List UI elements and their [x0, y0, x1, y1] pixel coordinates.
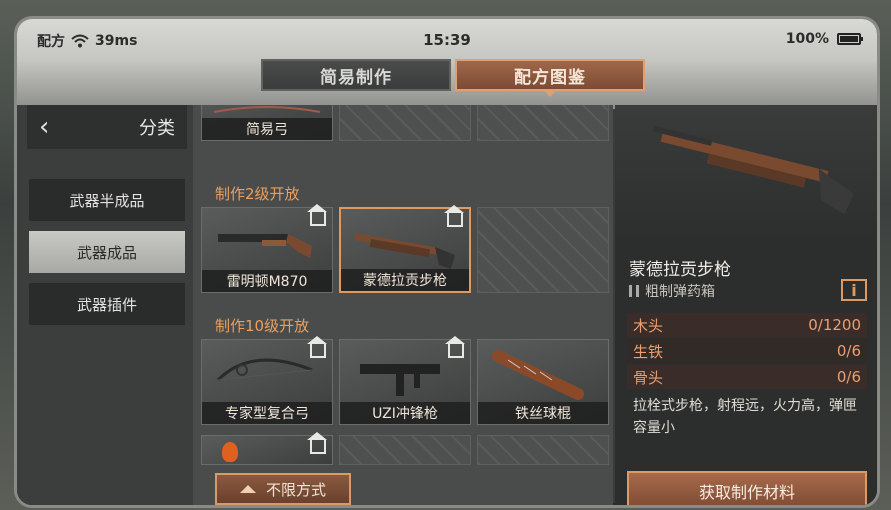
- material-count: 0/6: [836, 368, 861, 386]
- recipe-card-m870[interactable]: 雷明顿M870: [201, 204, 333, 293]
- bow-icon: [213, 106, 321, 113]
- sidebar-item-attachments[interactable]: 武器插件: [29, 283, 185, 325]
- sidebar-title: 分类: [139, 118, 175, 139]
- material-count: 0/1200: [808, 316, 861, 334]
- material-name: 木头: [633, 316, 664, 335]
- recipe-card-label: UZI冲锋枪: [340, 402, 470, 424]
- top-bar: 配方 39ms 15:39 100% 简易制作 配方图鉴: [17, 19, 877, 109]
- recipe-card-label: 蒙德拉贡步枪: [341, 269, 469, 291]
- battery-percent: 100%: [785, 31, 829, 47]
- section-title-level2: 制作2级开放: [215, 185, 300, 203]
- weapon-description: 拉栓式步枪，射程远，火力高，弹匣容量小: [633, 398, 857, 436]
- recipe-card-partial[interactable]: [201, 432, 333, 465]
- material-row: 生铁 0/6: [627, 339, 867, 363]
- device-frame: 配方 39ms 15:39 100% 简易制作 配方图鉴 ‹ 分类 武器半成品 …: [14, 16, 880, 508]
- material-row: 木头 0/1200: [627, 313, 867, 337]
- tab-bar: 简易制作 配方图鉴: [261, 59, 645, 97]
- battery-icon: [837, 33, 863, 45]
- empty-slot: [477, 105, 609, 141]
- ammo-icon: [629, 285, 639, 297]
- recipe-card-compound-bow[interactable]: 专家型复合弓: [201, 336, 333, 425]
- ammo-info: 粗制弹药箱: [629, 281, 715, 301]
- uzi-icon: [360, 364, 440, 396]
- section-title-level10: 制作10级开放: [215, 317, 310, 335]
- sidebar: ‹ 分类 武器半成品 武器成品 武器插件: [17, 105, 193, 505]
- status-right: 100%: [785, 31, 863, 47]
- ammo-label: 粗制弹药箱: [645, 284, 715, 300]
- shotgun-icon: [218, 234, 312, 258]
- empty-slot: [477, 207, 609, 293]
- tab-simple-craft[interactable]: 简易制作: [261, 59, 451, 91]
- recipe-card-label: 专家型复合弓: [202, 402, 332, 424]
- weapon-preview: [615, 105, 877, 247]
- fire-icon: [222, 442, 238, 462]
- get-materials-button[interactable]: 获取制作材料: [627, 471, 867, 505]
- rifle-icon: [353, 233, 455, 269]
- recipe-card-simple-bow[interactable]: 简易弓: [201, 105, 333, 141]
- empty-slot: [339, 105, 471, 141]
- material-count: 0/6: [836, 342, 861, 360]
- filter-button[interactable]: 不限方式: [215, 473, 351, 505]
- material-row: 骨头 0/6: [627, 365, 867, 389]
- filter-label: 不限方式: [265, 480, 326, 499]
- weapon-name: 蒙德拉贡步枪: [629, 260, 731, 280]
- sidebar-header: ‹ 分类: [27, 105, 187, 149]
- compound-bow-icon: [216, 358, 313, 382]
- empty-slot: [477, 435, 609, 465]
- empty-slot: [339, 435, 471, 465]
- material-name: 骨头: [633, 368, 664, 387]
- status-time: 15:39: [423, 31, 471, 49]
- recipe-card-label: 铁丝球棍: [478, 402, 608, 424]
- recipe-grid: 简易弓 制作2级开放 雷明顿M870 蒙德拉贡步枪 制作10级开放 专家型复合弓…: [193, 105, 613, 505]
- recipe-card-wire-bat[interactable]: 铁丝球棍: [477, 339, 609, 425]
- sidebar-item-weapons[interactable]: 武器成品: [29, 231, 185, 273]
- recipe-card-label: 简易弓: [202, 118, 332, 140]
- recipe-card-mondragon[interactable]: 蒙德拉贡步枪: [339, 205, 471, 293]
- home-icon: [307, 432, 327, 454]
- rifle-preview-icon: [652, 125, 854, 215]
- tab-recipe-book[interactable]: 配方图鉴: [455, 59, 645, 97]
- sidebar-item-weapon-parts[interactable]: 武器半成品: [29, 179, 185, 221]
- material-name: 生铁: [633, 342, 664, 361]
- recipe-card-uzi[interactable]: UZI冲锋枪: [339, 336, 471, 425]
- detail-panel: 蒙德拉贡步枪 粗制弹药箱 i 木头 0/1200 生铁 0/6 骨头 0/6 拉…: [615, 105, 877, 505]
- info-button[interactable]: i: [841, 279, 867, 301]
- chevron-up-icon: [239, 485, 256, 493]
- recipe-card-label: 雷明顿M870: [202, 270, 332, 292]
- bat-icon: [492, 350, 584, 400]
- back-arrow-icon[interactable]: ‹: [39, 114, 49, 140]
